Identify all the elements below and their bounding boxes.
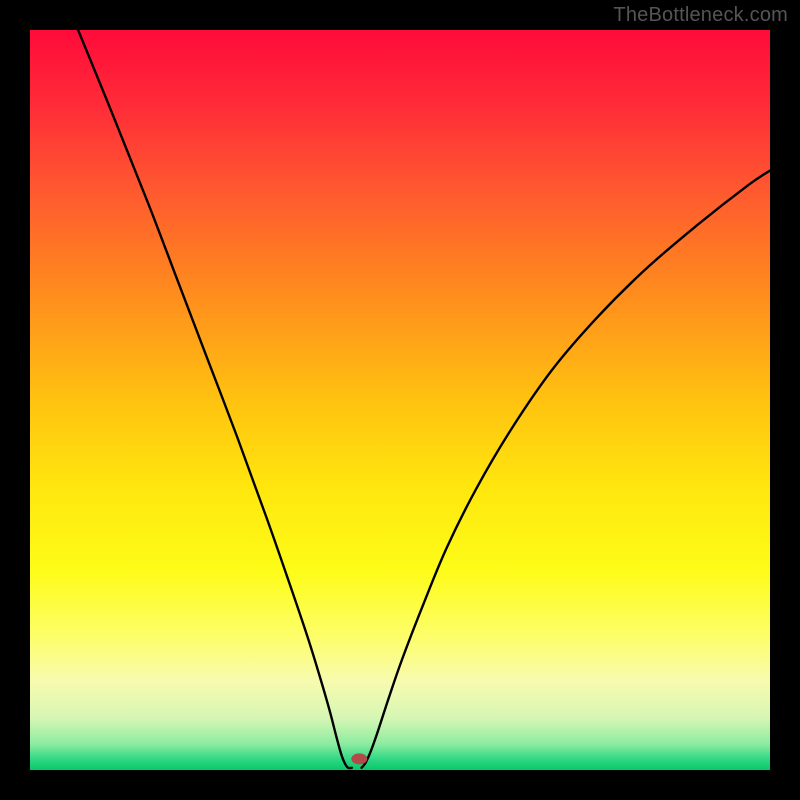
bottleneck-marker xyxy=(351,753,367,764)
chart-container: TheBottleneck.com xyxy=(0,0,800,800)
watermark-text: TheBottleneck.com xyxy=(613,4,788,27)
plot-background xyxy=(30,30,770,770)
bottleneck-chart xyxy=(0,0,800,800)
